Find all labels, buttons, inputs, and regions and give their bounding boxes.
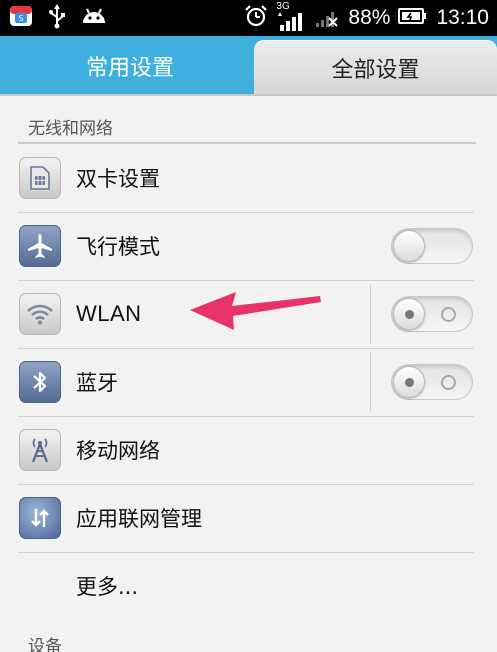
settings-list[interactable]: 无线和网络 双卡设置 飞行模式 WLAN 蓝牙 移动网络 应用联网管理 更多..… (0, 96, 497, 652)
network-manager-icon (19, 497, 61, 539)
wlan-toggle[interactable] (391, 296, 473, 332)
toggle-knob (393, 298, 425, 330)
tab-all-settings[interactable]: 全部设置 (254, 40, 497, 96)
list-item-dual-sim[interactable]: 双卡设置 (0, 144, 497, 212)
airplane-icon (19, 225, 61, 267)
list-item-label: 蓝牙 (76, 371, 118, 395)
list-item-label: 移动网络 (76, 439, 160, 463)
toggle-off-indicator (441, 375, 456, 390)
list-item-more[interactable]: 更多... (0, 552, 497, 620)
vertical-separator (370, 352, 371, 412)
no-signal-icon (314, 3, 340, 34)
list-item-mobile-network[interactable]: 移动网络 (0, 416, 497, 484)
alarm-icon (244, 4, 268, 33)
list-item-label: 飞行模式 (76, 235, 160, 259)
bluetooth-icon (19, 361, 61, 403)
usb-icon (48, 3, 66, 33)
list-item-label: 更多... (76, 575, 139, 599)
list-item-bluetooth[interactable]: 蓝牙 (0, 348, 497, 416)
toggle-knob (393, 366, 425, 398)
vertical-separator (370, 284, 371, 344)
battery-percent: 88% (348, 6, 391, 29)
tab-label: 全部设置 (331, 58, 420, 83)
android-icon (80, 5, 108, 31)
bluetooth-toggle[interactable] (391, 364, 473, 400)
annotation-arrow-icon (190, 292, 321, 330)
list-item-airplane-mode[interactable]: 飞行模式 (0, 212, 497, 280)
airplane-mode-toggle[interactable] (391, 228, 473, 264)
status-bar: S 3G 88% 13:10 (0, 0, 497, 36)
list-item-label: 双卡设置 (76, 167, 160, 191)
tab-bar: 常用设置 全部设置 (0, 36, 497, 96)
list-item-app-network-management[interactable]: 应用联网管理 (0, 484, 497, 552)
svg-text:S: S (18, 14, 23, 23)
signal-icon: 3G (276, 1, 306, 33)
app-store-icon: S (8, 3, 34, 33)
tab-common-settings[interactable]: 常用设置 (0, 36, 260, 96)
section-header-wireless: 无线和网络 (28, 119, 113, 139)
antenna-icon (19, 429, 61, 471)
sim-card-icon (19, 157, 61, 199)
clock: 13:10 (436, 6, 489, 29)
battery-charging-icon (398, 6, 428, 31)
tab-label: 常用设置 (85, 56, 174, 81)
list-item-label: 应用联网管理 (76, 507, 202, 531)
toggle-off-indicator (441, 307, 456, 322)
list-item-label: WLAN (76, 301, 142, 326)
toggle-knob (393, 230, 425, 262)
wifi-icon (19, 293, 61, 335)
section-header-device: 设备 (28, 637, 62, 652)
